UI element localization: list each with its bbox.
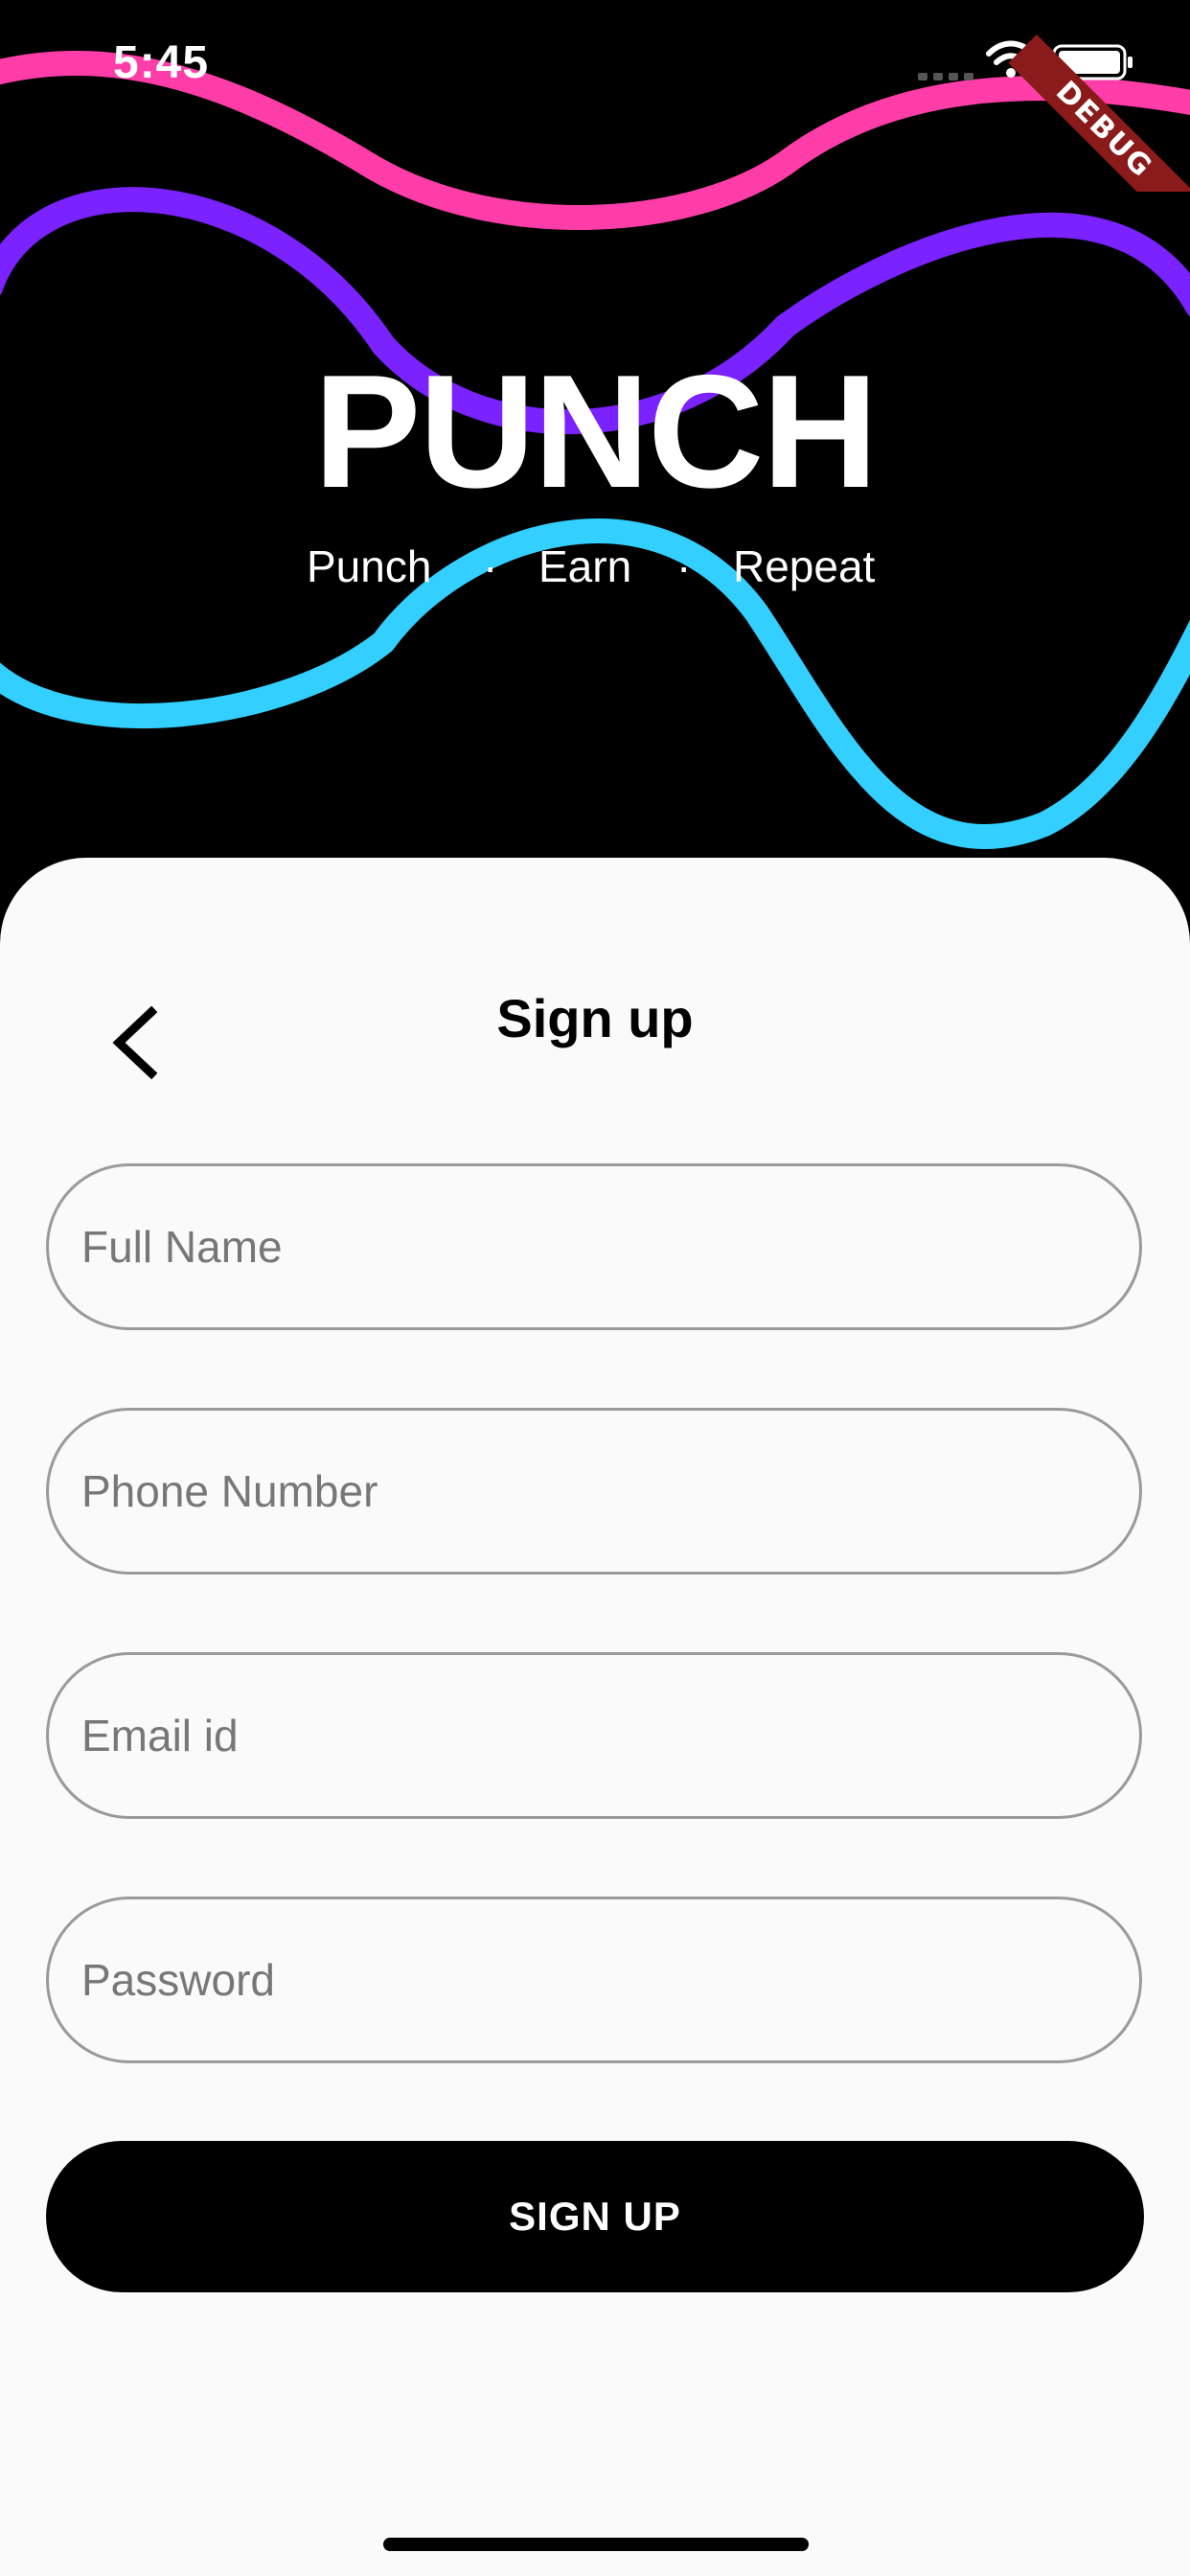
brand-title: PUNCH xyxy=(313,341,878,521)
full-name-input[interactable] xyxy=(46,1163,1142,1330)
sign-up-button[interactable]: SIGN UP xyxy=(46,2141,1144,2292)
brand: PUNCH xyxy=(0,341,1190,521)
tagline-item-repeat: Repeat xyxy=(733,541,876,591)
tagline-item-punch: Punch xyxy=(307,541,432,591)
phone-number-input[interactable] xyxy=(46,1408,1142,1575)
status-time: 5:45 xyxy=(113,37,210,88)
home-indicator xyxy=(383,2538,809,2551)
tagline-item-earn: Earn xyxy=(538,541,632,591)
debug-banner: DEBUG xyxy=(998,0,1190,192)
signal-icon xyxy=(918,73,973,80)
debug-banner-label: DEBUG xyxy=(1008,34,1190,192)
signup-screen: 5:45 DEBUG PUNCH Punch · Earn · Repeat S… xyxy=(0,0,1190,2576)
email-input[interactable] xyxy=(46,1652,1142,1819)
tagline-separator: · xyxy=(483,541,498,591)
tagline-separator: · xyxy=(676,541,692,591)
tagline: Punch · Earn · Repeat xyxy=(0,540,1190,598)
page-title: Sign up xyxy=(496,988,694,1048)
password-input[interactable] xyxy=(46,1897,1142,2063)
